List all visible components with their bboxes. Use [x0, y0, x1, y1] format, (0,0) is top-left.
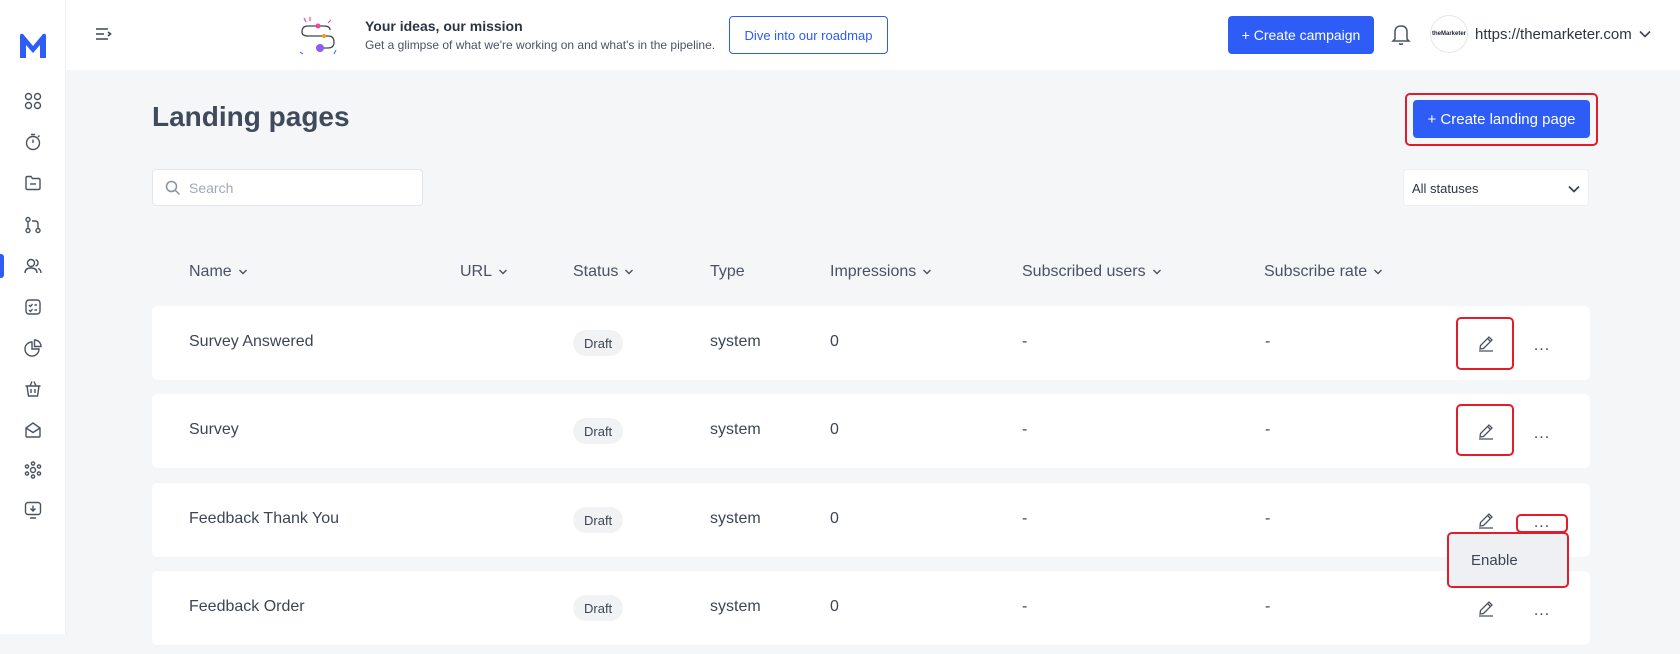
- row-impressions: 0: [830, 598, 839, 615]
- account-logo-text: theMarketer: [1431, 31, 1466, 37]
- column-header-label: Name: [189, 263, 232, 280]
- table-row[interactable]: Survey Draft system 0 - - ...: [152, 394, 1590, 468]
- grid-icon[interactable]: [21, 89, 45, 113]
- row-subscribe-rate: -: [1265, 598, 1271, 615]
- timer-icon[interactable]: [21, 130, 45, 154]
- column-header-name[interactable]: Name: [189, 263, 248, 281]
- column-header-url[interactable]: URL: [460, 263, 508, 281]
- status-filter-value: All statuses: [1412, 181, 1479, 196]
- row-impressions: 0: [830, 510, 839, 527]
- sort-chevron-icon: [238, 269, 247, 275]
- sidebar-active-indicator: [0, 254, 4, 278]
- column-header-label: Type: [710, 263, 745, 280]
- row-name[interactable]: Survey Answered: [189, 333, 314, 351]
- status-filter-select[interactable]: All statuses: [1403, 169, 1589, 206]
- promo-subtitle: Get a glimpse of what we're working on a…: [365, 38, 716, 52]
- sort-chevron-icon: [499, 269, 508, 275]
- row-type: system: [710, 333, 761, 350]
- row-name[interactable]: Survey: [189, 421, 239, 439]
- row-impressions: 0: [830, 333, 839, 350]
- users-icon[interactable]: [21, 254, 45, 278]
- column-header-label: Impressions: [830, 263, 917, 280]
- m-logo-icon[interactable]: [18, 32, 48, 60]
- row-subscribed-users: -: [1022, 598, 1028, 615]
- status-badge: Draft: [573, 595, 624, 621]
- column-header-label: Status: [573, 263, 619, 280]
- page-title: Landing pages: [152, 101, 350, 132]
- row-impressions: 0: [830, 421, 839, 438]
- account-avatar[interactable]: theMarketer: [1430, 15, 1468, 53]
- edit-icon[interactable]: [1474, 331, 1498, 355]
- folder-icon[interactable]: [21, 171, 45, 195]
- sidebar-footer: [0, 634, 66, 654]
- row-type: system: [710, 421, 761, 438]
- column-header-label: URL: [460, 263, 493, 280]
- column-header-type: Type: [710, 263, 745, 281]
- column-header-impressions[interactable]: Impressions: [830, 263, 932, 281]
- checklist-icon[interactable]: [21, 295, 45, 319]
- search-input[interactable]: [189, 170, 414, 205]
- chevron-down-icon[interactable]: [1638, 27, 1652, 41]
- row-subscribe-rate: -: [1265, 510, 1271, 527]
- network-icon[interactable]: [21, 458, 45, 482]
- mail-icon[interactable]: [21, 418, 45, 442]
- table-row[interactable]: Feedback Order Draft system 0 - - ...: [152, 571, 1590, 645]
- row-type: system: [710, 510, 761, 527]
- create-campaign-button[interactable]: + Create campaign: [1228, 16, 1374, 54]
- row-type: system: [710, 598, 761, 615]
- account-url[interactable]: https://themarketer.com: [1475, 26, 1632, 43]
- sort-chevron-icon: [625, 269, 634, 275]
- sort-chevron-icon: [1152, 269, 1161, 275]
- roadmap-button[interactable]: Dive into our roadmap: [729, 16, 888, 54]
- menu-toggle-icon[interactable]: [91, 22, 115, 46]
- edit-icon[interactable]: [1474, 419, 1498, 443]
- column-header-label: Subscribed users: [1022, 263, 1146, 280]
- row-subscribed-users: -: [1022, 510, 1028, 527]
- roadmap-illustration-icon: [299, 17, 337, 55]
- more-options-button[interactable]: ...: [1530, 422, 1554, 446]
- status-badge: Draft: [573, 418, 624, 444]
- status-badge: Draft: [573, 330, 624, 356]
- sort-chevron-icon: [923, 269, 932, 275]
- more-options-button[interactable]: ...: [1530, 599, 1554, 623]
- create-landing-page-button[interactable]: + Create landing page: [1413, 100, 1590, 138]
- download-icon[interactable]: [21, 498, 45, 522]
- more-options-button[interactable]: ...: [1530, 334, 1554, 358]
- pie-chart-icon[interactable]: [21, 336, 45, 360]
- row-subscribed-users: -: [1022, 333, 1028, 350]
- search-box[interactable]: [152, 169, 423, 206]
- table-row[interactable]: Survey Answered Draft system 0 - - ...: [152, 306, 1590, 380]
- column-header-label: Subscribe rate: [1264, 263, 1368, 280]
- edit-icon[interactable]: [1474, 596, 1498, 620]
- column-header-subscribed-users[interactable]: Subscribed users: [1022, 263, 1162, 281]
- row-name[interactable]: Feedback Order: [189, 598, 305, 616]
- status-badge: Draft: [573, 507, 624, 533]
- basket-icon[interactable]: [21, 377, 45, 401]
- enable-menu-item[interactable]: Enable: [1471, 552, 1518, 569]
- edit-icon[interactable]: [1474, 508, 1498, 532]
- sidebar: [0, 0, 66, 654]
- row-subscribe-rate: -: [1265, 421, 1271, 438]
- row-subscribe-rate: -: [1265, 333, 1271, 350]
- table-row[interactable]: Feedback Thank You Draft system 0 - - ..…: [152, 483, 1590, 557]
- column-header-subscribe-rate[interactable]: Subscribe rate: [1264, 263, 1383, 281]
- row-actions-menu: Enable: [1449, 534, 1567, 586]
- sort-chevron-icon: [1374, 269, 1383, 275]
- more-options-button[interactable]: ...: [1530, 511, 1554, 535]
- row-name[interactable]: Feedback Thank You: [189, 510, 339, 528]
- search-icon: [165, 180, 181, 196]
- bell-icon[interactable]: [1390, 22, 1412, 46]
- flow-icon[interactable]: [21, 213, 45, 237]
- promo-title: Your ideas, our mission: [365, 18, 523, 34]
- column-header-status[interactable]: Status: [573, 263, 634, 281]
- top-header: Your ideas, our mission Get a glimpse of…: [66, 0, 1680, 70]
- chevron-down-icon: [1568, 185, 1580, 193]
- row-subscribed-users: -: [1022, 421, 1028, 438]
